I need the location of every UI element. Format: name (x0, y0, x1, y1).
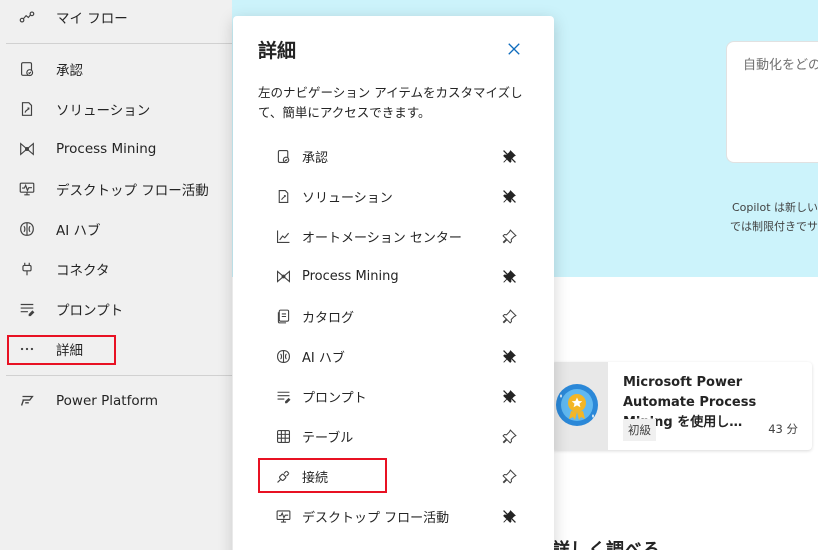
flow-icon (17, 7, 37, 27)
unpin-button[interactable] (499, 186, 519, 206)
copilot-note: Copilot は新しい (731, 201, 818, 214)
panel-item-ai-hub[interactable]: AI ハブ (263, 338, 533, 374)
nav-item-prompts[interactable]: プロンプト (0, 289, 232, 329)
nav-divider (6, 43, 232, 44)
pin-button[interactable] (499, 306, 519, 326)
panel-item-automation-center[interactable]: オートメーション センター (263, 218, 533, 254)
pin-filled-icon (502, 349, 516, 363)
nav-item-label: コネクタ (56, 263, 110, 279)
panel-item-solutions[interactable]: ソリューション (263, 178, 533, 214)
panel-description: 左のナビゲーション アイテムをカスタマイズして、簡単にアクセスできます。 (258, 85, 523, 120)
panel-title: 詳細 (258, 40, 297, 62)
close-button[interactable] (503, 38, 525, 60)
pin-button[interactable] (499, 226, 519, 246)
panel-item-desktop-flow-activity[interactable]: デスクトップ フロー活動 (263, 498, 533, 534)
nav-item-label: マイ フロー (56, 11, 128, 27)
pin-icon (501, 428, 517, 444)
panel-item-label: オートメーション センター (302, 230, 462, 246)
pin-filled-icon (502, 189, 516, 203)
process-mining-icon (17, 139, 37, 159)
solution-icon (274, 187, 292, 205)
desktop-flow-icon (274, 507, 292, 525)
left-navigation: マイ フロー 承認 ソリューション Process Mining デスクトップ … (0, 0, 232, 550)
pin-filled-icon (502, 509, 516, 523)
pin-filled-icon (502, 269, 516, 283)
card-thumbnail (552, 362, 608, 450)
card-duration: 43 分 (768, 422, 798, 436)
unpin-button[interactable] (499, 266, 519, 286)
unpin-button[interactable] (499, 506, 519, 526)
pin-icon (501, 228, 517, 244)
ai-hub-icon (17, 219, 37, 239)
nav-item-label: AI ハブ (56, 223, 101, 239)
panel-item-catalog[interactable]: カタログ (263, 298, 533, 334)
prompt-icon (17, 299, 37, 319)
panel-item-label: プロンプト (302, 390, 367, 406)
panel-item-label: テーブル (302, 430, 354, 446)
process-mining-icon (274, 267, 292, 285)
power-platform-icon (17, 391, 37, 411)
unpin-button[interactable] (499, 146, 519, 166)
nav-item-label: Process Mining (56, 141, 157, 157)
nav-item-connectors[interactable]: コネクタ (0, 249, 232, 289)
nav-item-my-flows[interactable]: マイ フロー (0, 0, 232, 37)
nav-item-desktop-flow-activity[interactable]: デスクトップ フロー活動 (0, 169, 232, 209)
pin-filled-icon (502, 389, 516, 403)
connections-highlight-box (258, 458, 387, 493)
panel-item-approvals[interactable]: 承認 (263, 138, 533, 174)
unpin-button[interactable] (499, 386, 519, 406)
nav-item-label: Power Platform (56, 393, 159, 409)
unpin-button[interactable] (499, 346, 519, 366)
nav-item-label: 承認 (56, 63, 83, 79)
panel-item-process-mining[interactable]: Process Mining (263, 258, 533, 294)
nav-item-label: プロンプト (56, 303, 124, 319)
panel-item-label: デスクトップ フロー活動 (302, 510, 450, 526)
panel-item-label: 承認 (302, 150, 329, 166)
nav-item-ai-hub[interactable]: AI ハブ (0, 209, 232, 249)
achievement-badge-icon (556, 384, 598, 426)
pin-button[interactable] (499, 426, 519, 446)
chart-icon (274, 227, 292, 245)
prompt-placeholder: 自動化をどの (743, 58, 818, 73)
desktop-flow-icon (17, 179, 37, 199)
catalog-icon (274, 307, 292, 325)
nav-item-label: デスクトップ フロー活動 (56, 183, 209, 199)
nav-item-label: ソリューション (56, 103, 151, 119)
level-badge: 初級 (623, 419, 656, 441)
pin-icon (501, 308, 517, 324)
prompt-icon (274, 387, 292, 405)
pin-icon (501, 468, 517, 484)
nav-divider (6, 375, 232, 376)
approval-icon (17, 59, 37, 79)
panel-item-label: カタログ (302, 310, 355, 326)
nav-item-approvals[interactable]: 承認 (0, 49, 232, 89)
panel-item-label: ソリューション (302, 190, 393, 206)
panel-item-label: Process Mining (302, 268, 399, 284)
table-icon (274, 427, 292, 445)
pin-filled-icon (502, 149, 516, 163)
close-icon (508, 43, 520, 55)
panel-item-prompts[interactable]: プロンプト (263, 378, 533, 414)
panel-item-label: AI ハブ (302, 350, 345, 366)
nav-item-power-platform[interactable]: Power Platform (0, 381, 232, 421)
ai-hub-icon (274, 347, 292, 365)
panel-item-tables[interactable]: テーブル (263, 418, 533, 454)
approval-icon (274, 147, 292, 165)
solution-icon (17, 99, 37, 119)
learning-card[interactable]: Microsoft Power Automate Process Mining … (552, 362, 812, 450)
connector-icon (17, 259, 37, 279)
section-heading: 詳しく調べる (552, 536, 660, 550)
nav-item-solutions[interactable]: ソリューション (0, 89, 232, 129)
nav-item-process-mining[interactable]: Process Mining (0, 129, 232, 169)
copilot-note: では制限付きでサ (730, 220, 818, 233)
more-highlight-box (7, 335, 116, 365)
pin-button[interactable] (499, 466, 519, 486)
